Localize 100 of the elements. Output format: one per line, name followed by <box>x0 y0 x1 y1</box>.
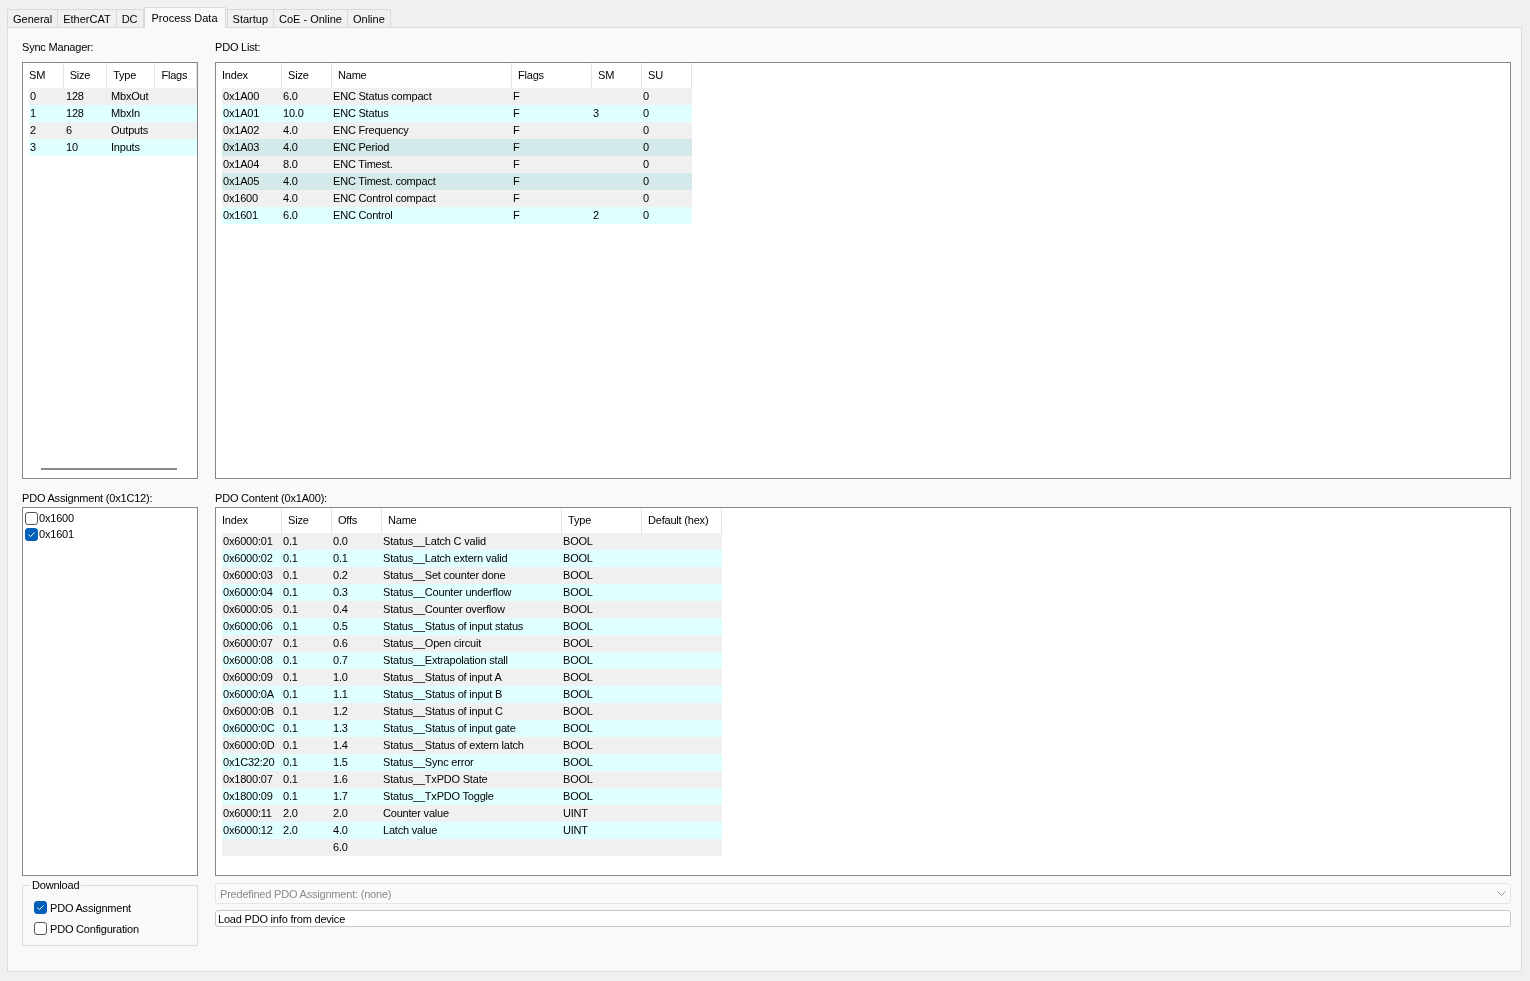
table-cell-text: 10 <box>65 140 79 155</box>
table-cell-text: 0x1C32:20 <box>222 755 276 770</box>
table-cell-text: 10.0 <box>282 106 305 121</box>
table-cell-text: 0.1 <box>282 534 299 549</box>
table-cell-text: 0 <box>642 123 650 138</box>
table-cell-text: 2 <box>592 208 600 223</box>
table-cell-text: Status__Latch extern valid <box>382 551 509 566</box>
table-cell-text: 0x6000:04 <box>222 585 274 600</box>
table-cell-text: ENC Control compact <box>332 191 437 206</box>
table-cell-text: 0x6000:03 <box>222 568 274 583</box>
table-cell-text: 0x1A01 <box>222 106 261 121</box>
table-cell-text: BOOL <box>562 738 594 753</box>
table-cell-text: 0.1 <box>282 568 299 583</box>
checkbox-label[interactable]: PDO Assignment <box>50 901 131 914</box>
table-cell-text: Status__Status of input A <box>382 670 503 685</box>
table-cell-text: F <box>512 123 521 138</box>
table-cell-text: 0x1800:07 <box>222 772 274 787</box>
table-cell-text: UINT <box>562 823 589 838</box>
table-cell-text: MbxIn <box>110 106 141 121</box>
table-row[interactable]: 0x1600 4.0 ENC Control compact F 0 <box>222 190 692 207</box>
table-cell-text: BOOL <box>562 636 594 651</box>
table-cell-text: 6.0 <box>332 840 349 855</box>
table-cell-text: 0x1A05 <box>222 174 261 189</box>
table-cell-text: 1.0 <box>332 670 349 685</box>
table-cell-text: 2.0 <box>282 806 299 821</box>
table-cell-text: UINT <box>562 806 589 821</box>
table-cell-text: 0x6000:01 <box>222 534 274 549</box>
chevron-down-icon <box>1497 891 1506 896</box>
tab[interactable]: Startup <box>226 9 274 27</box>
section-label: PDO List: <box>215 41 262 54</box>
table-cell-text: 0 <box>642 106 650 121</box>
list-item[interactable]: 0x1601 <box>39 528 74 540</box>
table-cell-text: Status__Counter underflow <box>382 585 513 600</box>
table-cell-text: 0.1 <box>332 551 349 566</box>
table-cell-text: F <box>512 106 521 121</box>
table-cell-text: 0x1601 <box>222 208 259 223</box>
tab[interactable]: General <box>7 9 59 27</box>
load-button[interactable]: Load PDO info from device <box>215 910 1511 927</box>
table-cell-text: Latch value <box>382 823 439 838</box>
table-cell-text: Status__TxPDO Toggle <box>382 789 495 804</box>
table-cell-text: 0x6000:0C <box>222 721 276 736</box>
table-cell-text: ENC Timest. compact <box>332 174 437 189</box>
table-cell-text: 0x6000:0B <box>222 704 275 719</box>
tab[interactable]: Process Data <box>143 7 226 28</box>
table-cell-text: Status__Status of input status <box>382 619 525 634</box>
table-cell-text: Status__Sync error <box>382 755 475 770</box>
scrollbar[interactable] <box>41 468 177 470</box>
table-cell-text: 0 <box>642 140 650 155</box>
table-cell-text: Status__Status of extern latch <box>382 738 525 753</box>
table-cell-text: ENC Timest. <box>332 157 394 172</box>
table-cell-text: Inputs <box>110 140 141 155</box>
table-cell-text: Status__Status of input B <box>382 687 504 702</box>
table-cell-text: Status__Status of input C <box>382 704 504 719</box>
table-row[interactable]: 0x1A03 4.0 ENC Period F 0 <box>222 139 692 156</box>
table-cell-text: 0.3 <box>332 585 349 600</box>
table-cell-text: BOOL <box>562 619 594 634</box>
table-cell-text: 0.1 <box>282 721 299 736</box>
table-cell-text: Status__Extrapolation stall <box>382 653 509 668</box>
table-cell-text: ENC Status compact <box>332 89 433 104</box>
list-item[interactable]: 0x1600 <box>39 512 74 524</box>
table-cell-text: 0x1A02 <box>222 123 261 138</box>
table-cell-text: 2.0 <box>332 806 349 821</box>
table-row[interactable]: 0x1A05 4.0 ENC Timest. compact F 0 <box>222 173 692 190</box>
table-cell-text: 3 <box>29 140 37 155</box>
table-cell-text: 0x1600 <box>222 191 259 206</box>
table-cell-text: 1.7 <box>332 789 349 804</box>
table-cell-text: 0.1 <box>282 772 299 787</box>
table-cell-text: 0.4 <box>332 602 349 617</box>
table-cell-text: 1 <box>29 106 37 121</box>
table-cell-text: Status__Status of input gate <box>382 721 517 736</box>
checkbox-label[interactable]: PDO Configuration <box>50 922 139 935</box>
table-row[interactable]: 0x1A01 10.0 ENC Status F 3 0 <box>222 105 692 122</box>
checkbox-icon[interactable] <box>25 527 38 541</box>
table-cell-text: 6.0 <box>282 89 299 104</box>
table-cell-text: 1.4 <box>332 738 349 753</box>
checkbox-icon[interactable] <box>34 901 47 914</box>
table-cell-text: BOOL <box>562 687 594 702</box>
table-cell-text: BOOL <box>562 704 594 719</box>
table-cell-text: 0.7 <box>332 653 349 668</box>
table-cell-text: BOOL <box>562 602 594 617</box>
checkbox-icon[interactable] <box>25 511 38 525</box>
table-cell-text: 0x6000:09 <box>222 670 274 685</box>
tab[interactable]: Online <box>347 9 391 27</box>
table-cell-text: F <box>512 157 521 172</box>
table-cell-text: BOOL <box>562 568 594 583</box>
tab[interactable]: DC <box>115 9 144 27</box>
table-cell-text: 1.5 <box>332 755 349 770</box>
table-cell-text: 0x1A03 <box>222 140 261 155</box>
table-row[interactable]: 0x1601 6.0 ENC Control F 2 0 <box>222 207 692 224</box>
section-label: Sync Manager: <box>22 41 95 54</box>
table-cell-text: 0.1 <box>282 738 299 753</box>
table-row[interactable]: 0x1A00 6.0 ENC Status compact F 0 <box>222 88 692 105</box>
table-row[interactable]: 0x1A04 8.0 ENC Timest. F 0 <box>222 156 692 173</box>
table-cell-text: BOOL <box>562 721 594 736</box>
checkbox-icon[interactable] <box>34 922 47 935</box>
table-cell-text: 0.1 <box>282 636 299 651</box>
table-row[interactable]: 0x1A02 4.0 ENC Frequency F 0 <box>222 122 692 139</box>
table-cell-text: ENC Control <box>332 208 394 223</box>
table-cell-text: 6.0 <box>282 208 299 223</box>
table-cell-text: BOOL <box>562 755 594 770</box>
